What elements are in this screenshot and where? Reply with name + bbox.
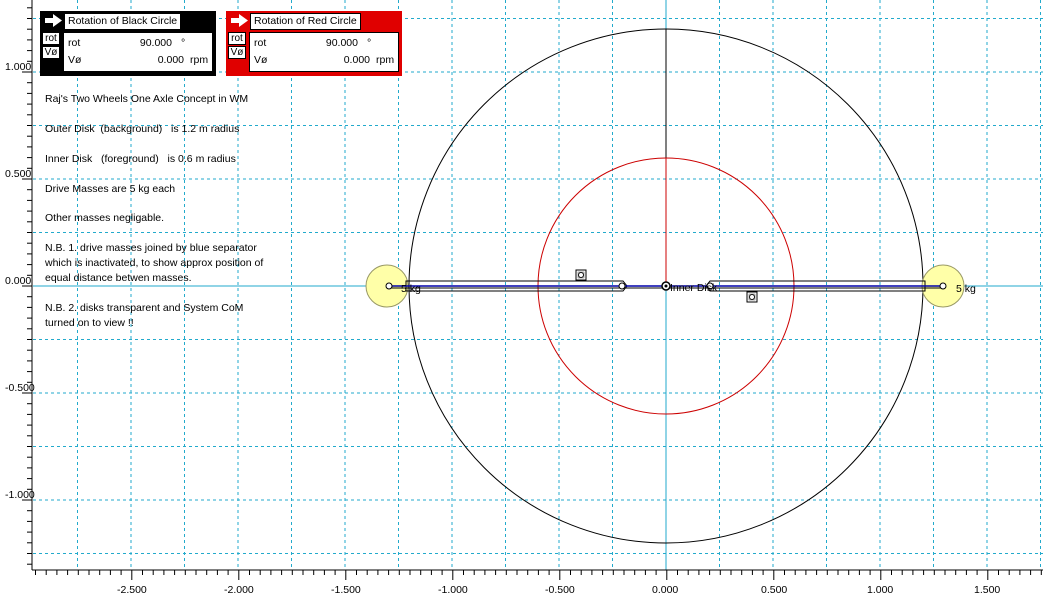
note-nb1: N.B. 1. drive masses joined by blue sepa… (45, 242, 264, 284)
x-tick-label: 0.500 (761, 584, 787, 596)
x-tick-label: 1.500 (974, 584, 1000, 596)
meter-title: Rotation of Red Circle (250, 13, 361, 30)
meter-title-bar[interactable]: Rotation of Black Circle (40, 11, 216, 31)
angular-velocity-label: Vø (68, 54, 82, 66)
angular-velocity-value: 0.000 (157, 54, 184, 66)
y-tick-label: -1.000 (5, 489, 35, 501)
meter-rotation-red-circle[interactable]: Rotation of Red Circle rot Vø rot 90.000… (226, 11, 402, 76)
inner-disk-label: Inner Disk (670, 282, 718, 294)
y-tick-label: 0.000 (5, 275, 31, 287)
angular-velocity-unit: rpm (376, 54, 395, 66)
note-outer-disk: Outer Disk (background) is 1.2 m radius (45, 123, 240, 135)
y-tick-label: -0.500 (5, 382, 35, 394)
meter-title-bar[interactable]: Rotation of Red Circle (226, 11, 402, 31)
arrow-right-icon (45, 14, 62, 27)
angular-velocity-unit: rpm (190, 54, 209, 66)
left-rod-joint[interactable] (618, 282, 626, 290)
simulation-canvas[interactable]: 1.000 0.500 0.000 -0.500 -1.000 -2.500 -… (0, 0, 1043, 598)
x-tick-label: -1.000 (438, 584, 468, 596)
y-tick-label: 0.500 (5, 168, 31, 180)
simulation-workspace[interactable]: 1.000 0.500 0.000 -0.500 -1.000 -2.500 -… (0, 0, 1043, 598)
axle-center-dot (664, 284, 668, 288)
left-mass-label: 5 kg (401, 283, 421, 295)
arrow-right-icon (231, 14, 248, 27)
rot-value: 90.000 (325, 37, 358, 49)
left-mass-joint[interactable] (385, 282, 393, 290)
note-title: Raj's Two Wheels One Axle Concept in WM (45, 93, 249, 105)
angular-velocity-button[interactable]: Vø (228, 46, 246, 59)
right-mass-label: 5 kg (956, 283, 976, 295)
vertical-ruler: 1.000 0.500 0.000 -0.500 -1.000 (5, 0, 35, 570)
note-other-masses: Other masses negligable. (45, 212, 165, 224)
angular-velocity-label: Vø (254, 54, 268, 66)
rot-unit: ° (181, 37, 186, 49)
x-tick-label: -0.500 (545, 584, 575, 596)
rot-unit: ° (367, 37, 372, 49)
note-drive-masses: Drive Masses are 5 kg each (45, 183, 176, 195)
angular-velocity-value: 0.000 (343, 54, 370, 66)
rot-label: rot (68, 37, 81, 49)
x-tick-label: -2.000 (224, 584, 254, 596)
center-of-mass-marker[interactable] (746, 291, 758, 303)
x-tick-label: 0.000 (652, 584, 678, 596)
note-inner-disk: Inner Disk (foreground) is 0.6 m radius (45, 153, 236, 165)
rot-label: rot (254, 37, 267, 49)
rot-value: 90.000 (139, 37, 172, 49)
x-tick-label: -1.500 (331, 584, 361, 596)
meter-readout: rot 90.000 ° Vø 0.000 rpm (249, 32, 399, 72)
meter-rotation-black-circle[interactable]: Rotation of Black Circle rot Vø rot 90.0… (40, 11, 216, 76)
note-nb2: N.B. 2. disks transparent and System CoM… (45, 302, 244, 329)
center-of-mass-marker[interactable] (575, 269, 587, 281)
horizontal-ruler: -2.500 -2.000 -1.500 -1.000 -0.500 0.000… (32, 569, 1043, 596)
x-tick-label: 1.000 (867, 584, 893, 596)
meter-readout: rot 90.000 ° Vø 0.000 rpm (63, 32, 213, 72)
x-tick-label: -2.500 (117, 584, 147, 596)
angular-velocity-button[interactable]: Vø (42, 46, 60, 59)
y-tick-label: 1.000 (5, 61, 31, 73)
rot-button[interactable]: rot (228, 32, 246, 45)
right-mass-joint[interactable] (939, 282, 947, 290)
rot-button[interactable]: rot (42, 32, 60, 45)
meter-title: Rotation of Black Circle (64, 13, 182, 30)
